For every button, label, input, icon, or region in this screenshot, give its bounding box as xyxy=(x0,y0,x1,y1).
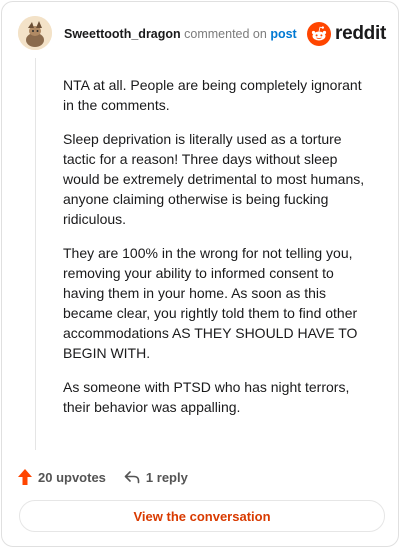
comment-paragraph: NTA at all. People are being completely … xyxy=(63,77,362,113)
comment-meta: Sweettooth_dragon commented on post xyxy=(64,27,297,41)
view-conversation-button[interactable]: View the conversation xyxy=(19,500,385,532)
reply-arrow-icon xyxy=(124,471,140,484)
comment-card: Sweettooth_dragon commented on post redd… xyxy=(1,1,399,547)
upvote-arrow-icon xyxy=(18,469,32,485)
reddit-wordmark: reddit xyxy=(335,23,386,44)
comment-header: Sweettooth_dragon commented on post redd… xyxy=(18,16,386,52)
reply-button[interactable]: 1 reply xyxy=(124,470,188,485)
comment-body: NTA at all. People are being completely … xyxy=(63,75,373,431)
upvote-count: 20 upvotes xyxy=(38,469,106,485)
post-link[interactable]: post xyxy=(270,27,296,41)
comment-paragraph: Sleep deprivation is literally used as a… xyxy=(63,131,365,227)
comment-footer: 20 upvotes 1 reply xyxy=(18,466,188,488)
user-avatar[interactable] xyxy=(18,16,52,50)
comment-paragraph: As someone with PTSD who has night terro… xyxy=(63,379,350,415)
thread-line xyxy=(35,58,36,450)
avatar-icon xyxy=(18,16,52,50)
upvote-button[interactable]: 20 upvotes xyxy=(18,469,106,485)
comment-paragraph: They are 100% in the wrong for not telli… xyxy=(63,245,358,361)
username-link[interactable]: Sweettooth_dragon xyxy=(64,27,181,41)
commented-on-text: commented on xyxy=(184,27,267,41)
reply-count: 1 reply xyxy=(145,469,188,485)
view-conversation-label: View the conversation xyxy=(133,508,271,524)
reddit-logo[interactable]: reddit xyxy=(307,20,386,48)
reddit-alien-icon xyxy=(307,22,332,46)
